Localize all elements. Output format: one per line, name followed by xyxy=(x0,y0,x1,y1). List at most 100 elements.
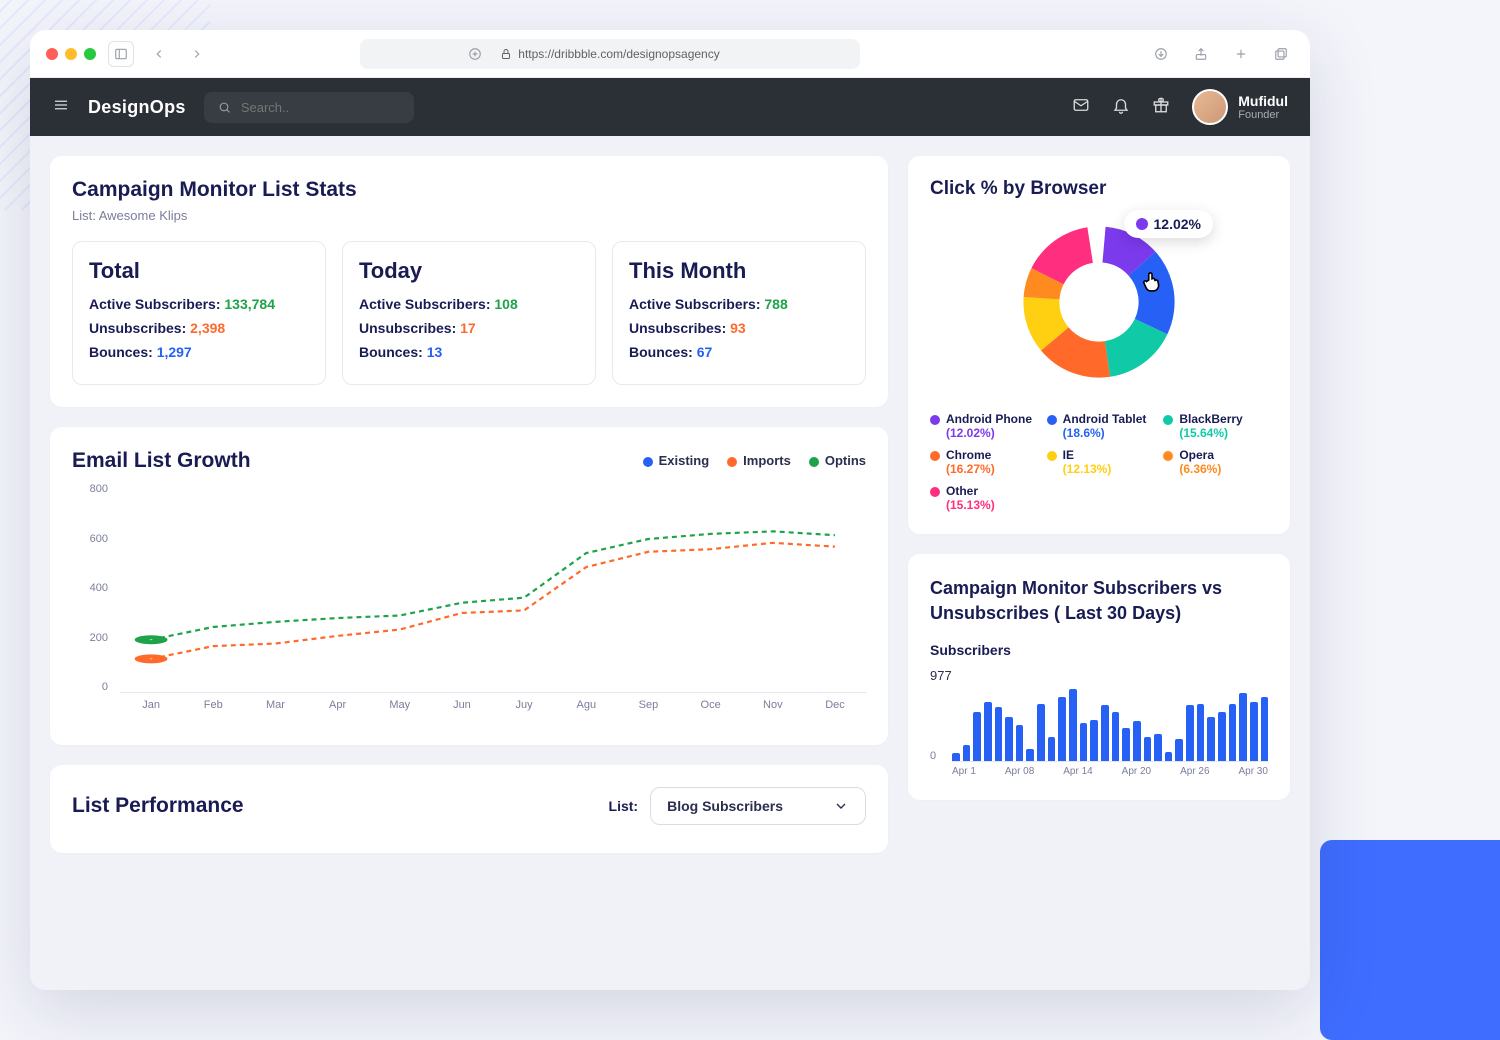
mini-bar[interactable] xyxy=(1016,725,1024,762)
mini-bar[interactable] xyxy=(1154,734,1162,761)
chevron-down-icon xyxy=(833,798,849,814)
bounces: Bounces: 13 xyxy=(359,344,579,360)
mini-bar[interactable] xyxy=(1197,704,1205,762)
browser-chrome: https://dribbble.com/designopsagency xyxy=(30,30,1310,78)
subscribers-card: Campaign Monitor Subscribers vs Unsubscr… xyxy=(908,554,1290,800)
mini-bar[interactable] xyxy=(1133,721,1141,761)
donut-title: Click % by Browser xyxy=(930,178,1268,200)
list-select[interactable]: Blog Subscribers xyxy=(650,787,866,825)
mini-bar[interactable] xyxy=(1122,728,1130,762)
x-tick: Juy xyxy=(493,699,555,723)
sidebar-toggle-icon[interactable] xyxy=(108,41,134,67)
stat-card: Today Active Subscribers: 108 Unsubscrib… xyxy=(342,241,596,385)
avatar xyxy=(1192,89,1228,125)
campaign-stats-title: Campaign Monitor List Stats xyxy=(72,178,866,202)
url-text: https://dribbble.com/designopsagency xyxy=(518,47,719,61)
back-button[interactable] xyxy=(146,41,172,67)
search-box[interactable] xyxy=(204,92,414,123)
content-area: Campaign Monitor List Stats List: Awesom… xyxy=(30,136,1310,990)
mini-bar[interactable] xyxy=(1005,717,1013,761)
x-tick: Sep xyxy=(617,699,679,723)
x-tick: Dec xyxy=(804,699,866,723)
donut-legend-item: IE(12.13%) xyxy=(1047,448,1152,476)
mini-x-tick: Apr 14 xyxy=(1063,766,1092,784)
subscribers-label: Subscribers xyxy=(930,642,1268,658)
mini-bar[interactable] xyxy=(1058,697,1066,761)
mini-bar[interactable] xyxy=(952,753,960,761)
minimize-window-button[interactable] xyxy=(65,48,77,60)
subscribers-value: 977 xyxy=(930,668,1268,683)
mini-bar[interactable] xyxy=(1165,752,1173,762)
bounces: Bounces: 67 xyxy=(629,344,849,360)
x-tick: Feb xyxy=(182,699,244,723)
gift-icon[interactable] xyxy=(1152,96,1170,119)
user-name: Mufidul xyxy=(1238,93,1288,109)
mini-y-tick: 0 xyxy=(930,750,936,762)
mini-bar[interactable] xyxy=(1207,717,1215,761)
user-menu[interactable]: Mufidul Founder xyxy=(1192,89,1288,125)
active-subscribers: Active Subscribers: 133,784 xyxy=(89,296,309,312)
unsubscribes: Unsubscribes: 93 xyxy=(629,320,849,336)
mini-bar[interactable] xyxy=(1218,712,1226,762)
lock-icon xyxy=(500,48,512,60)
traffic-lights xyxy=(46,48,96,60)
x-tick: Jun xyxy=(431,699,493,723)
maximize-window-button[interactable] xyxy=(84,48,96,60)
unsubscribes: Unsubscribes: 2,398 xyxy=(89,320,309,336)
mini-bar[interactable] xyxy=(963,745,971,761)
legend-imports: Imports xyxy=(743,453,791,468)
list-select-value: Blog Subscribers xyxy=(667,798,783,814)
email-growth-title: Email List Growth xyxy=(72,449,251,473)
active-subscribers: Active Subscribers: 788 xyxy=(629,296,849,312)
url-bar[interactable]: https://dribbble.com/designopsagency xyxy=(360,39,860,69)
forward-button[interactable] xyxy=(184,41,210,67)
mini-x-tick: Apr 08 xyxy=(1005,766,1034,784)
mini-bar[interactable] xyxy=(1186,705,1194,761)
search-input[interactable] xyxy=(241,100,400,115)
close-window-button[interactable] xyxy=(46,48,58,60)
mini-bar[interactable] xyxy=(1250,702,1258,761)
donut-chart xyxy=(1009,212,1189,392)
donut-legend-item: Other(15.13%) xyxy=(930,484,1035,512)
mini-bar[interactable] xyxy=(984,702,992,761)
list-select-label: List: xyxy=(609,798,639,814)
mini-bar[interactable] xyxy=(1037,704,1045,762)
subscribers-chart: 0 Apr 1Apr 08Apr 14Apr 20Apr 26Apr 30 xyxy=(930,689,1268,784)
new-tab-icon[interactable] xyxy=(462,41,488,67)
x-tick: Agu xyxy=(555,699,617,723)
stat-heading: Today xyxy=(359,258,579,284)
mini-bar[interactable] xyxy=(1069,689,1077,761)
mini-bar[interactable] xyxy=(1144,737,1152,761)
mini-bar[interactable] xyxy=(1101,705,1109,761)
cursor-hand-icon xyxy=(1139,268,1165,300)
stat-card: This Month Active Subscribers: 788 Unsub… xyxy=(612,241,866,385)
x-tick: Apr xyxy=(307,699,369,723)
x-tick: Oce xyxy=(680,699,742,723)
stat-card: Total Active Subscribers: 133,784 Unsubs… xyxy=(72,241,326,385)
email-growth-legend: Existing Imports Optins xyxy=(643,453,866,468)
campaign-stats-subtitle: List: Awesome Klips xyxy=(72,208,866,223)
subscribers-title: Campaign Monitor Subscribers vs Unsubscr… xyxy=(930,576,1268,626)
mini-bar[interactable] xyxy=(1090,720,1098,762)
add-icon[interactable] xyxy=(1228,41,1254,67)
download-icon[interactable] xyxy=(1148,41,1174,67)
click-by-browser-card: Click % by Browser 12.02% Android Phone(… xyxy=(908,156,1290,534)
share-icon[interactable] xyxy=(1188,41,1214,67)
mini-bar[interactable] xyxy=(1229,704,1237,762)
tabs-icon[interactable] xyxy=(1268,41,1294,67)
x-tick: May xyxy=(369,699,431,723)
mini-bar[interactable] xyxy=(1261,697,1269,761)
menu-icon[interactable] xyxy=(52,96,70,119)
unsubscribes: Unsubscribes: 17 xyxy=(359,320,579,336)
mini-bar[interactable] xyxy=(1239,693,1247,761)
mini-bar[interactable] xyxy=(1080,723,1088,761)
mini-bar[interactable] xyxy=(973,712,981,762)
bell-icon[interactable] xyxy=(1112,96,1130,119)
mini-bar[interactable] xyxy=(995,707,1003,761)
mini-bar[interactable] xyxy=(1175,739,1183,761)
donut-tooltip: 12.02% xyxy=(1124,210,1213,238)
mini-bar[interactable] xyxy=(1112,712,1120,762)
mini-bar[interactable] xyxy=(1026,749,1034,761)
mini-bar[interactable] xyxy=(1048,737,1056,761)
mail-icon[interactable] xyxy=(1072,96,1090,119)
